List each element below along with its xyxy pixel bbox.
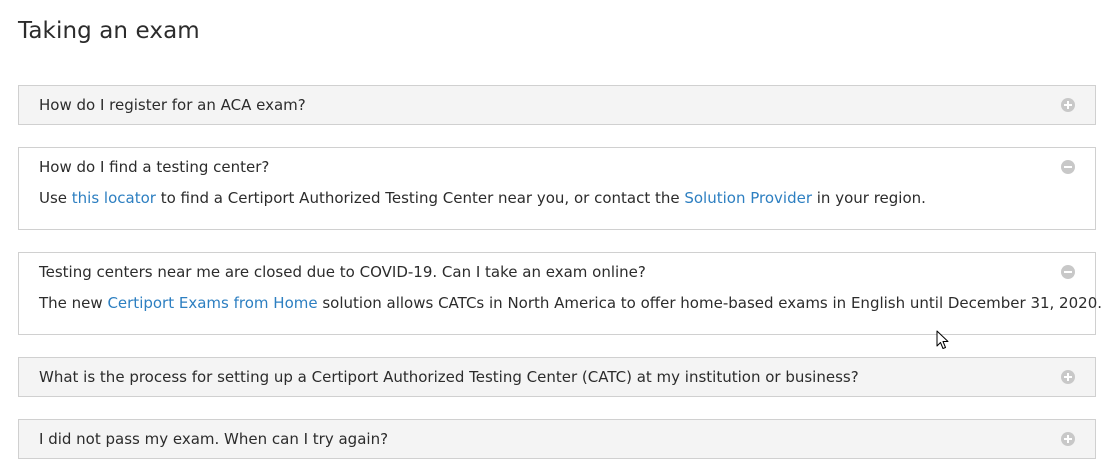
faq-header-register[interactable]: How do I register for an ACA exam? (19, 86, 1095, 124)
plus-circle-icon[interactable] (1061, 432, 1075, 446)
faq-item-register: How do I register for an ACA exam? (18, 85, 1096, 125)
answer-text: solution allows CATCs in North America t… (317, 294, 1103, 312)
solution-provider-link[interactable]: Solution Provider (684, 189, 812, 207)
faq-question: How do I find a testing center? (39, 158, 270, 176)
faq-question: I did not pass my exam. When can I try a… (39, 430, 389, 448)
plus-circle-icon[interactable] (1061, 370, 1075, 384)
answer-text: in your region. (812, 189, 926, 207)
faq-page: Taking an exam How do I register for an … (0, 0, 1110, 473)
mouse-cursor-icon (936, 330, 949, 349)
faq-header-retake[interactable]: I did not pass my exam. When can I try a… (19, 420, 1095, 458)
answer-text: The new (39, 294, 108, 312)
answer-text: to find a Certiport Authorized Testing C… (155, 189, 685, 207)
faq-answer: Use this locator to find a Certiport Aut… (19, 186, 1095, 207)
faq-question: Testing centers near me are closed due t… (39, 263, 646, 281)
faq-question: How do I register for an ACA exam? (39, 96, 306, 114)
minus-circle-icon[interactable] (1061, 265, 1075, 279)
minus-circle-icon[interactable] (1061, 160, 1075, 174)
faq-item-covid: Testing centers near me are closed due t… (18, 252, 1102, 335)
page-title: Taking an exam (18, 18, 200, 44)
answer-text: Use (39, 189, 72, 207)
locator-link[interactable]: this locator (72, 189, 156, 207)
plus-circle-icon[interactable] (1061, 98, 1075, 112)
faq-item-retake: I did not pass my exam. When can I try a… (18, 419, 1096, 459)
faq-item-catc-setup: What is the process for setting up a Cer… (18, 357, 1096, 397)
faq-header-testing-center[interactable]: How do I find a testing center? (19, 148, 1095, 186)
faq-question: What is the process for setting up a Cer… (39, 368, 859, 386)
faq-item-testing-center: How do I find a testing center? Use this… (18, 147, 1096, 230)
faq-header-covid[interactable]: Testing centers near me are closed due t… (19, 253, 1095, 291)
faq-header-catc-setup[interactable]: What is the process for setting up a Cer… (19, 358, 1095, 396)
exams-from-home-link[interactable]: Certiport Exams from Home (107, 294, 317, 312)
faq-answer: The new Certiport Exams from Home soluti… (19, 291, 1102, 312)
